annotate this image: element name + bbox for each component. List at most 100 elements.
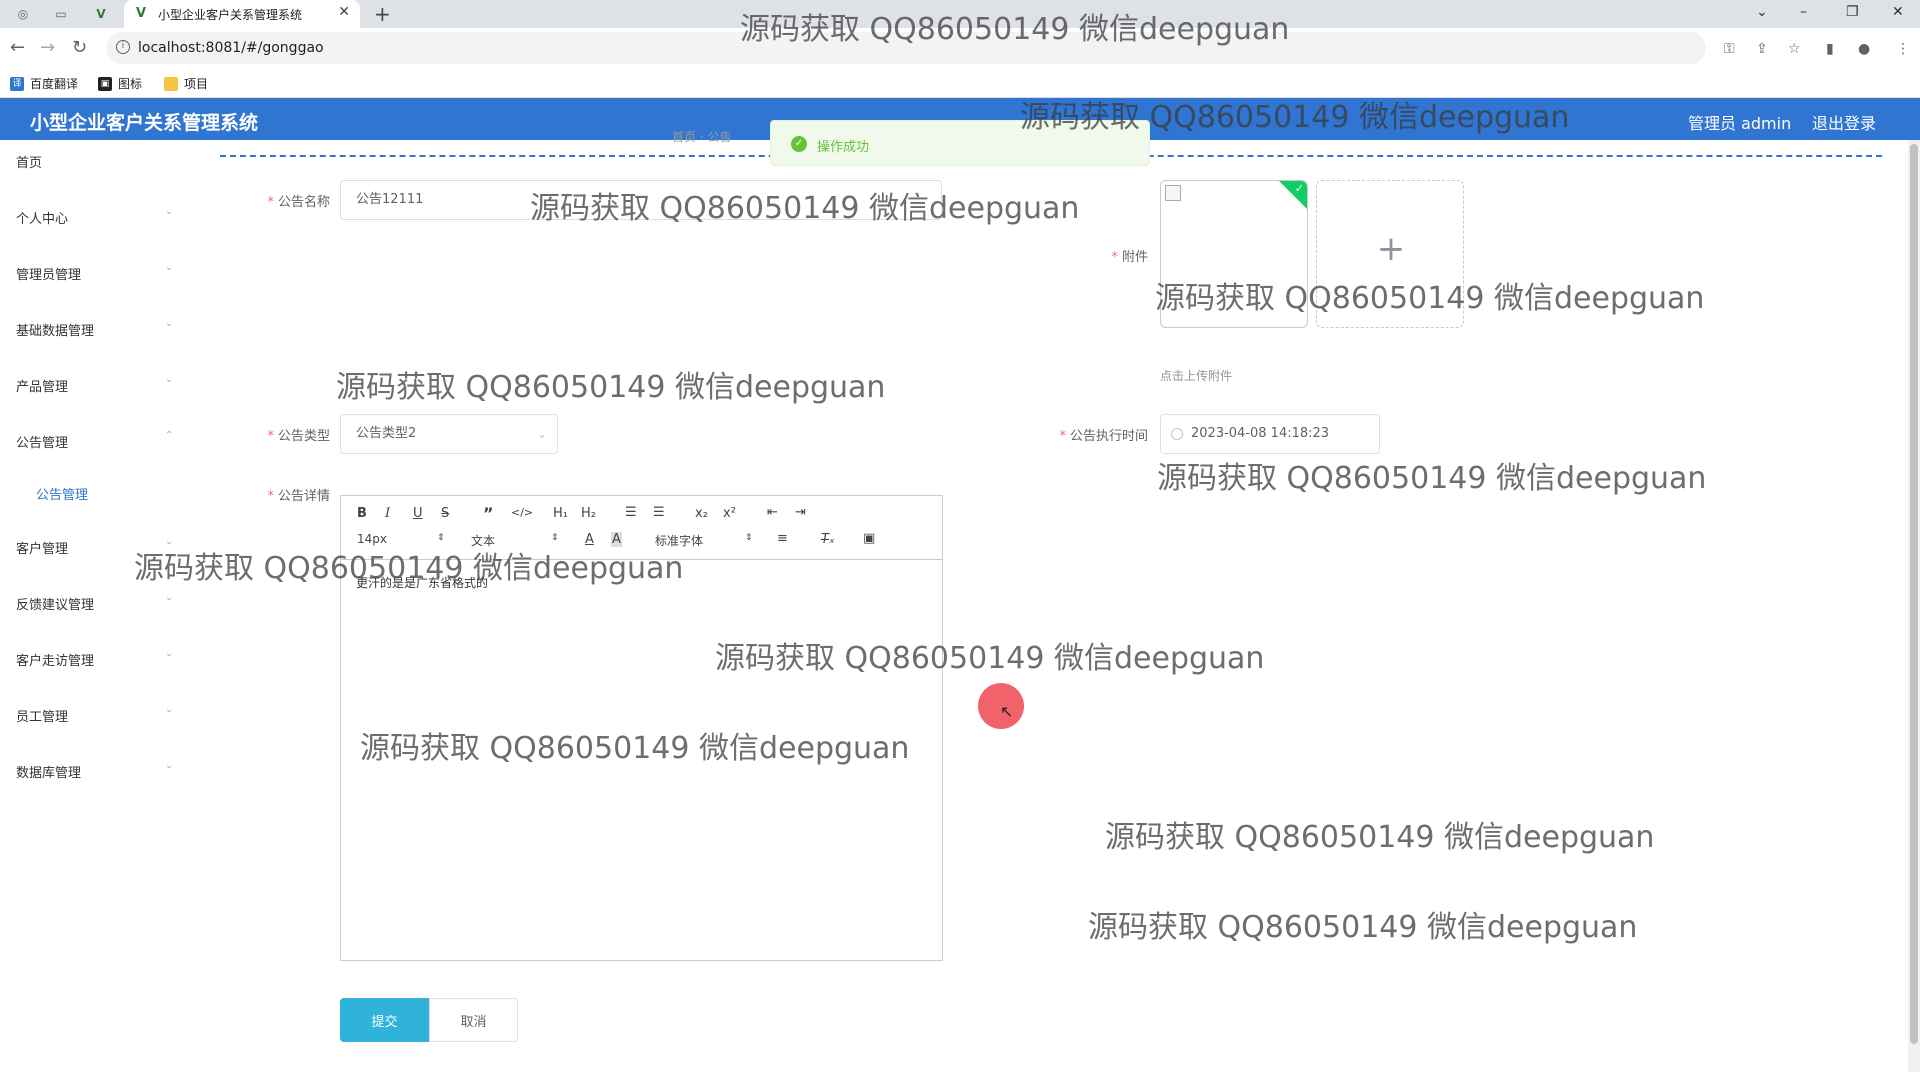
sidebar-item-database[interactable]: 数据库管理 ⌄ — [0, 750, 180, 790]
plus-icon: + — [1376, 229, 1406, 269]
sidebar-item-notice[interactable]: 公告管理 ⌃ — [0, 420, 180, 460]
browser-tab-strip: ◎ ▭ V V 小型企业客户关系管理系统 ✕ + ⌄ – ❐ ✕ — [0, 0, 1920, 28]
chevron-down-icon: ⌄ — [165, 206, 174, 217]
more-icon[interactable]: ⋮ — [1896, 41, 1910, 57]
submit-button[interactable]: 提交 — [340, 998, 429, 1042]
upload-button[interactable]: + — [1316, 180, 1464, 328]
chevron-down-icon[interactable]: ⌄ — [1756, 4, 1768, 20]
logout-button[interactable]: 退出登录 — [1812, 110, 1876, 134]
notice-type-select[interactable]: 公告类型2 ⌄ — [340, 414, 558, 454]
watermark: 源码获取 QQ86050149 微信deepguan — [1105, 820, 1655, 855]
chevron-down-icon: ⌄ — [165, 536, 174, 547]
url-field[interactable]: i localhost:8081/#/gonggao — [106, 32, 1706, 64]
detail-label: * 公告详情 — [267, 489, 330, 504]
scrollbar-thumb[interactable] — [1910, 144, 1918, 1044]
cancel-button[interactable]: 取消 — [429, 998, 518, 1042]
bookmarks-bar: 译 百度翻译 ▣ 图标 项目 — [0, 68, 1920, 98]
vue-favicon-icon[interactable]: V — [92, 5, 110, 23]
name-label: * 公告名称 — [267, 195, 330, 210]
clock-icon — [1171, 428, 1183, 440]
subscript-icon[interactable]: x₂ — [695, 506, 708, 521]
type-label: * 公告类型 — [267, 429, 330, 444]
bookmark-item[interactable]: 项目 — [164, 75, 208, 92]
sidebar-item-product[interactable]: 产品管理 ⌄ — [0, 364, 180, 404]
attachment-label: * 附件 — [1111, 250, 1148, 265]
key-icon[interactable]: ⚿ — [1724, 41, 1735, 57]
underline-icon[interactable]: U — [413, 506, 423, 521]
back-icon[interactable]: ← — [10, 37, 25, 58]
font-family-select[interactable]: 标准字体 ⇕ — [655, 532, 755, 549]
check-icon: ✓ — [1294, 182, 1304, 195]
editor-toolbar: B I U S ” </> H₁ H₂ ☰ ☰ x₂ x² ⇤ ⇥ 14px ⇕ … — [341, 496, 942, 560]
chevron-down-icon: ⌄ — [165, 318, 174, 329]
bullet-list-icon[interactable]: ☰ — [653, 505, 665, 520]
format-select[interactable]: 文本 ⇕ — [471, 532, 561, 549]
code-icon[interactable]: </> — [511, 506, 533, 519]
sidebar-item-feedback[interactable]: 反馈建议管理 ⌄ — [0, 582, 180, 622]
align-icon[interactable]: ≡ — [777, 531, 788, 546]
sidebar-item-basic-data[interactable]: 基础数据管理 ⌄ — [0, 308, 180, 348]
image-icon: ▣ — [98, 76, 112, 91]
background-color-icon[interactable]: A — [611, 532, 622, 547]
admin-label: 管理员 admin — [1688, 114, 1792, 133]
clear-format-icon[interactable]: T̶ₓ — [821, 532, 835, 547]
star-icon[interactable]: ☆ — [1788, 41, 1801, 57]
bookmark-item[interactable]: 译 百度翻译 — [10, 75, 78, 92]
broken-image-icon — [1165, 185, 1181, 201]
sidebar-item-employee[interactable]: 员工管理 ⌄ — [0, 694, 180, 734]
forward-icon[interactable]: → — [40, 37, 55, 58]
updown-icon: ⇕ — [437, 533, 445, 543]
execution-time-picker[interactable]: 2023-04-08 14:18:23 — [1160, 414, 1380, 454]
image-icon[interactable]: ▣ — [863, 531, 875, 546]
heading1-icon[interactable]: H₁ — [553, 506, 568, 521]
heading2-icon[interactable]: H₂ — [581, 506, 596, 521]
italic-icon[interactable]: I — [385, 506, 390, 521]
page-scrollbar[interactable] — [1908, 140, 1920, 1072]
check-circle-icon: ✓ — [791, 136, 807, 152]
share-icon[interactable]: ⇪ — [1756, 41, 1768, 57]
updown-icon: ⇕ — [551, 533, 559, 543]
editor-content[interactable]: 更汗的是是广东省格式的 — [356, 574, 488, 591]
outdent-icon[interactable]: ⇤ — [767, 505, 778, 520]
sidebar-item-admin[interactable]: 管理员管理 ⌄ — [0, 252, 180, 292]
sidebar-subitem-notice[interactable]: 公告管理 — [0, 472, 180, 512]
restore-icon[interactable]: ❐ — [1846, 4, 1859, 20]
sidebar-item-profile[interactable]: 个人中心 ⌄ — [0, 196, 180, 236]
font-size-select[interactable]: 14px ⇕ — [357, 532, 447, 546]
browser-menu-icon[interactable]: ◎ — [14, 5, 32, 23]
sidebar-item-customer[interactable]: 客户管理 ⌄ — [0, 526, 180, 566]
notice-name-input[interactable]: 公告12111 — [340, 180, 942, 220]
sidepanel-icon[interactable]: ▮ — [1826, 41, 1834, 57]
ordered-list-icon[interactable]: ☰ — [625, 505, 637, 520]
bookmark-item[interactable]: ▣ 图标 — [98, 75, 142, 92]
reload-icon[interactable]: ↻ — [72, 37, 87, 58]
superscript-icon[interactable]: x² — [723, 506, 736, 521]
chevron-down-icon: ⌄ — [165, 704, 174, 715]
minimize-icon[interactable]: – — [1800, 4, 1807, 20]
uploaded-file-thumbnail[interactable]: ✓ — [1160, 180, 1308, 328]
bold-icon[interactable]: B — [357, 506, 367, 521]
new-tab-icon[interactable]: + — [374, 2, 391, 26]
upload-tip: 点击上传附件 — [1160, 369, 1233, 383]
chevron-down-icon: ⌄ — [165, 374, 174, 385]
sidebar-item-visit[interactable]: 客户走访管理 ⌄ — [0, 638, 180, 678]
tab-title: 小型企业客户关系管理系统 — [158, 8, 303, 22]
tab-placeholder-icon[interactable]: ▭ — [52, 5, 70, 23]
vue-favicon-icon: V — [136, 6, 147, 21]
font-color-icon[interactable]: A — [585, 532, 594, 547]
profile-icon[interactable]: ● — [1858, 41, 1870, 57]
chevron-down-icon: ⌄ — [536, 427, 547, 441]
chevron-down-icon: ⌄ — [165, 760, 174, 771]
breadcrumb: 首页 · 公告 — [672, 130, 732, 144]
success-toast: ✓ 操作成功 — [770, 120, 1150, 166]
strike-icon[interactable]: S — [441, 506, 449, 521]
sidebar-item-home[interactable]: 首页 — [0, 140, 180, 180]
close-tab-icon[interactable]: ✕ — [338, 4, 350, 20]
indent-icon[interactable]: ⇥ — [795, 505, 806, 520]
quote-icon[interactable]: ” — [483, 504, 494, 523]
chevron-down-icon: ⌄ — [165, 262, 174, 273]
close-window-icon[interactable]: ✕ — [1892, 4, 1904, 20]
info-icon[interactable]: i — [116, 40, 130, 54]
tab-active[interactable]: V 小型企业客户关系管理系统 ✕ — [124, 0, 360, 28]
toast-message: 操作成功 — [817, 140, 870, 155]
